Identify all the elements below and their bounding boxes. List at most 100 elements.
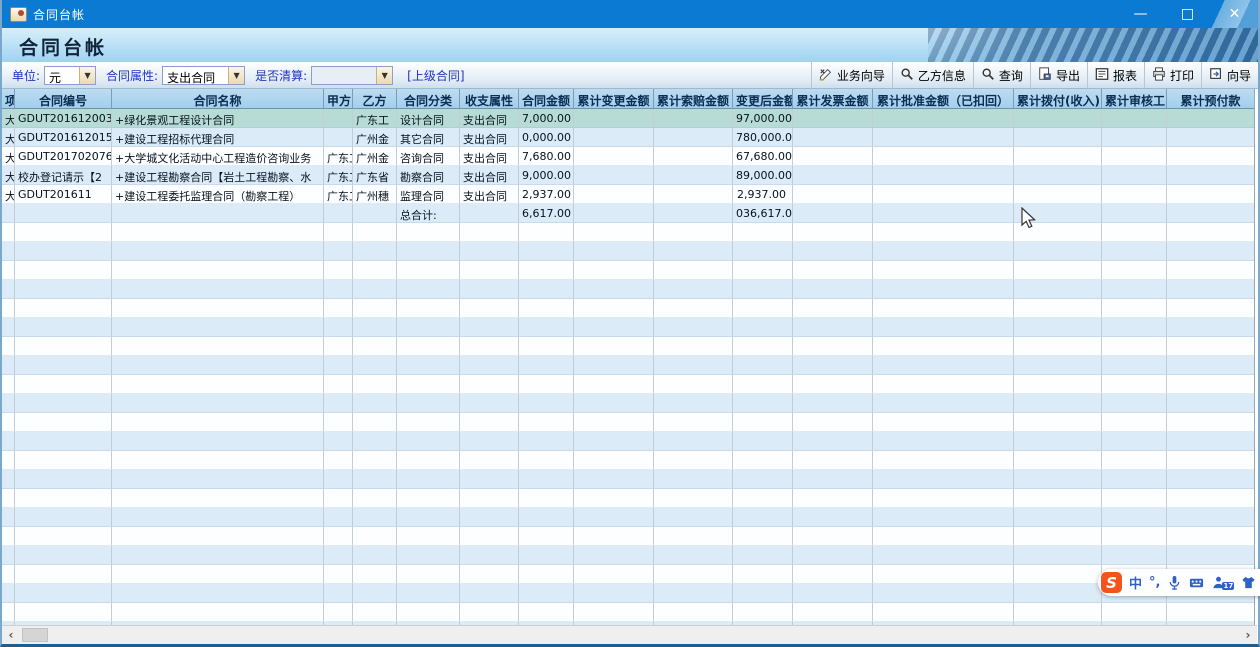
table-cell[interactable] (733, 261, 793, 280)
table-cell[interactable] (15, 527, 112, 546)
ime-chinese-mode-button[interactable]: 中 (1129, 573, 1142, 592)
table-cell[interactable] (1014, 318, 1102, 337)
table-cell[interactable]: 校办登记请示【2 (15, 166, 112, 185)
table-cell[interactable] (1102, 128, 1167, 147)
table-cell[interactable] (733, 432, 793, 451)
table-cell[interactable] (873, 109, 1014, 128)
table-cell[interactable] (15, 356, 112, 375)
table-cell[interactable] (1014, 128, 1102, 147)
table-cell[interactable] (324, 394, 353, 413)
table-cell[interactable] (733, 451, 793, 470)
table-cell[interactable] (1102, 261, 1167, 280)
table-cell[interactable] (654, 109, 733, 128)
table-cell[interactable] (1102, 318, 1167, 337)
table-cell[interactable] (654, 242, 733, 261)
table-cell[interactable] (873, 223, 1014, 242)
table-cell[interactable] (324, 261, 353, 280)
table-cell[interactable]: 大 (2, 166, 15, 185)
table-cell[interactable] (519, 413, 574, 432)
chevron-down-icon[interactable]: ▼ (228, 67, 244, 84)
table-row-empty[interactable] (2, 394, 1255, 413)
column-header[interactable]: 累计拨付(收入) (1014, 89, 1102, 109)
table-cell[interactable] (1014, 356, 1102, 375)
table-cell[interactable] (1167, 375, 1255, 394)
table-cell[interactable] (1167, 261, 1255, 280)
table-row-empty[interactable] (2, 546, 1255, 565)
table-row-3[interactable]: 大校办登记请示【2+建设工程勘察合同【岩土工程勘察、水广东工广东省勘察合同支出合… (2, 166, 1255, 185)
table-cell[interactable] (793, 375, 873, 394)
table-cell[interactable] (793, 166, 873, 185)
table-cell[interactable] (15, 318, 112, 337)
table-cell[interactable] (793, 147, 873, 166)
table-cell[interactable] (793, 451, 873, 470)
table-cell[interactable] (733, 546, 793, 565)
table-cell[interactable] (733, 527, 793, 546)
table-cell[interactable] (733, 603, 793, 622)
scroll-left-icon[interactable]: ‹ (2, 626, 20, 644)
table-cell[interactable] (793, 356, 873, 375)
table-cell[interactable] (654, 375, 733, 394)
table-cell[interactable] (1167, 413, 1255, 432)
table-cell[interactable] (324, 527, 353, 546)
table-cell[interactable]: 支出合同 (460, 185, 519, 204)
table-cell[interactable] (873, 508, 1014, 527)
table-cell[interactable] (1102, 394, 1167, 413)
table-cell[interactable]: 设计合同 (397, 109, 460, 128)
table-cell[interactable] (353, 546, 397, 565)
table-cell[interactable] (733, 489, 793, 508)
table-cell[interactable] (460, 318, 519, 337)
table-cell[interactable] (2, 508, 15, 527)
table-cell[interactable] (1167, 508, 1255, 527)
table-cell[interactable]: 广东工 (324, 185, 353, 204)
table-cell[interactable] (654, 413, 733, 432)
table-cell[interactable] (793, 128, 873, 147)
table-cell[interactable] (2, 451, 15, 470)
table-cell[interactable] (574, 185, 654, 204)
table-cell[interactable] (733, 280, 793, 299)
table-cell[interactable] (1014, 261, 1102, 280)
table-cell[interactable] (353, 337, 397, 356)
table-cell[interactable] (574, 470, 654, 489)
table-cell[interactable]: 广州金 (353, 128, 397, 147)
table-cell[interactable] (654, 470, 733, 489)
table-cell[interactable] (1167, 128, 1255, 147)
table-cell[interactable] (353, 508, 397, 527)
table-cell[interactable] (15, 470, 112, 489)
table-cell[interactable] (1167, 489, 1255, 508)
table-cell[interactable] (112, 603, 324, 622)
table-cell[interactable] (654, 356, 733, 375)
table-cell[interactable] (112, 356, 324, 375)
table-cell[interactable] (460, 603, 519, 622)
table-cell[interactable] (2, 584, 15, 603)
table-row-1[interactable]: 大GDUT201612015+建设工程招标代理合同广州金其它合同支出合同0,00… (2, 128, 1255, 147)
table-cell[interactable] (519, 451, 574, 470)
table-cell[interactable] (460, 508, 519, 527)
table-cell[interactable] (353, 603, 397, 622)
table-cell[interactable] (15, 603, 112, 622)
table-cell[interactable] (112, 375, 324, 394)
table-cell[interactable]: 总合计: (397, 204, 460, 223)
table-cell[interactable] (460, 584, 519, 603)
table-cell[interactable] (15, 546, 112, 565)
table-cell[interactable]: GDUT201612015 (15, 128, 112, 147)
table-cell[interactable] (873, 451, 1014, 470)
table-cell[interactable] (1014, 299, 1102, 318)
table-row-empty[interactable] (2, 432, 1255, 451)
table-cell[interactable] (654, 489, 733, 508)
table-cell[interactable] (1102, 166, 1167, 185)
table-cell[interactable] (112, 489, 324, 508)
table-cell[interactable] (1102, 413, 1167, 432)
table-cell[interactable] (353, 280, 397, 299)
table-cell[interactable] (654, 128, 733, 147)
table-cell[interactable] (460, 299, 519, 318)
table-cell[interactable] (1014, 413, 1102, 432)
table-cell[interactable] (1102, 204, 1167, 223)
table-cell[interactable] (873, 394, 1014, 413)
table-cell[interactable] (873, 489, 1014, 508)
column-header[interactable]: 变更后金额 (733, 89, 793, 109)
table-cell[interactable] (397, 223, 460, 242)
table-cell[interactable]: 大 (2, 128, 15, 147)
table-cell[interactable] (574, 508, 654, 527)
table-cell[interactable] (654, 185, 733, 204)
table-row-empty[interactable] (2, 527, 1255, 546)
